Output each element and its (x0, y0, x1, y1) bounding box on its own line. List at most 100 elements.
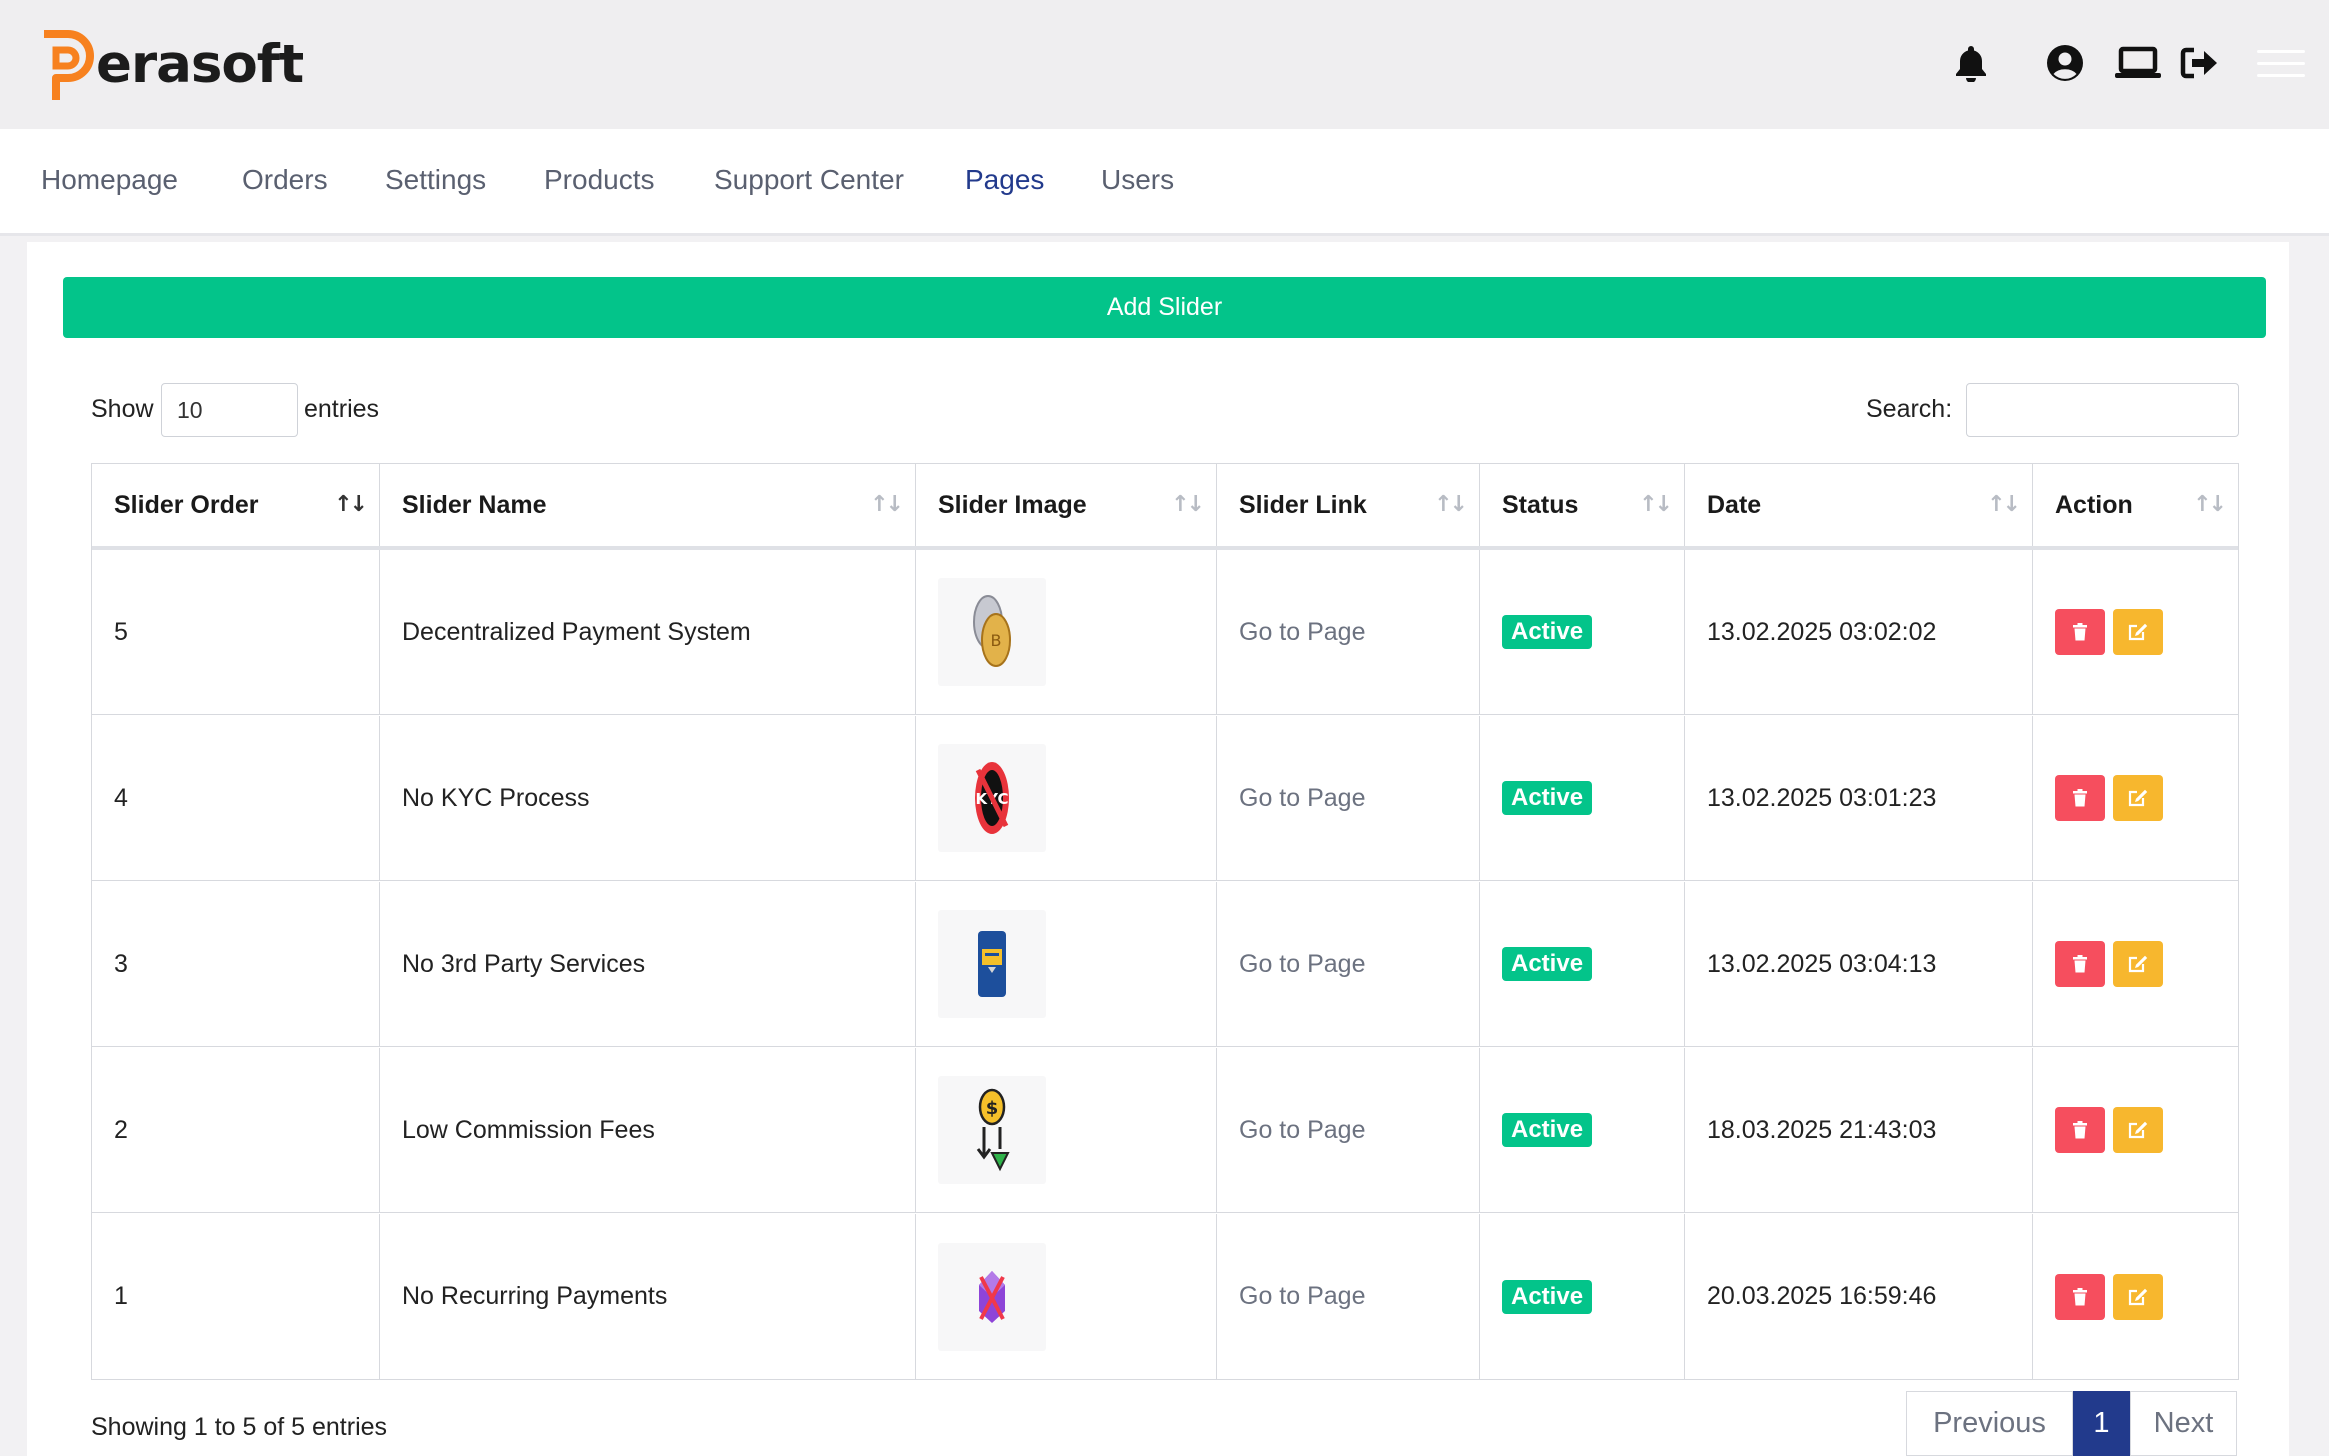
cell-action (2033, 1048, 2238, 1212)
brand-name: erasoft (96, 33, 304, 95)
brand-logo-mark (44, 30, 94, 100)
column-slider-order[interactable]: Slider Order ↑↓ (92, 464, 380, 546)
edit-icon (2128, 789, 2148, 807)
sort-icon: ↑↓ (1987, 492, 2021, 517)
table-header: Slider Order ↑↓ Slider Name ↑↓ Slider Imag… (92, 464, 2238, 550)
cell-date: 13.02.2025 03:02:02 (1685, 550, 2033, 714)
table-row: 4 No KYC Process KYC Go to Page Active 1… (92, 716, 2238, 881)
cell-image: KYC (916, 716, 1217, 880)
sort-icon: ↑↓ (2193, 492, 2227, 517)
main-nav: Homepage Orders Settings Products Suppor… (0, 129, 2329, 236)
status-badge: Active (1502, 947, 1593, 981)
cell-action (2033, 1214, 2238, 1379)
edit-button[interactable] (2113, 775, 2163, 821)
bell-icon[interactable] (1948, 40, 1994, 86)
edit-icon (2128, 1121, 2148, 1139)
edit-icon (2128, 623, 2148, 641)
status-badge: Active (1502, 1279, 1593, 1314)
search-input[interactable] (1966, 383, 2239, 437)
coins-image: B (938, 578, 1046, 686)
cell-order: 4 (92, 716, 380, 880)
next-page-button[interactable]: Next (2130, 1391, 2237, 1456)
sort-icon: ↑↓ (1171, 492, 1205, 517)
logout-icon[interactable] (2177, 40, 2223, 86)
entries-select[interactable]: 10 (161, 383, 298, 437)
edit-button[interactable] (2113, 1107, 2163, 1153)
edit-button[interactable] (2113, 941, 2163, 987)
cell-name: Low Commission Fees (380, 1048, 916, 1212)
go-to-page-link[interactable]: Go to Page (1239, 1116, 1365, 1145)
go-to-page-link[interactable]: Go to Page (1239, 1282, 1365, 1311)
cell-image: B (916, 550, 1217, 714)
brand-logo[interactable]: erasoft (40, 30, 304, 104)
entries-label: entries (304, 395, 380, 423)
edit-icon (2128, 1288, 2148, 1305)
page-1-button[interactable]: 1 (2073, 1391, 2130, 1456)
svg-text:B: B (991, 631, 1002, 650)
search-label: Search: (1866, 395, 1953, 423)
cell-image (916, 1214, 1217, 1379)
cell-image (916, 882, 1217, 1046)
delete-button[interactable] (2055, 941, 2105, 987)
column-slider-name[interactable]: Slider Name ↑↓ (380, 464, 916, 546)
card-reader-image (938, 910, 1046, 1018)
nav-item-pages[interactable]: Pages (965, 164, 1044, 196)
nav-item-users[interactable]: Users (1101, 164, 1174, 196)
table-row: 1 No Recurring Payments Go to Page Activ… (92, 1214, 2238, 1379)
nav-item-homepage[interactable]: Homepage (41, 164, 178, 196)
delete-button[interactable] (2055, 609, 2105, 655)
column-status[interactable]: Status ↑↓ (1480, 464, 1685, 546)
go-to-page-link[interactable]: Go to Page (1239, 618, 1365, 647)
previous-page-button[interactable]: Previous (1906, 1391, 2073, 1456)
top-header: erasoft (0, 0, 2329, 129)
svg-text:$: $ (986, 1098, 999, 1119)
cell-action (2033, 882, 2238, 1046)
cell-name: Decentralized Payment System (380, 550, 916, 714)
cell-date: 20.03.2025 16:59:46 (1685, 1214, 2033, 1379)
slider-table: Slider Order ↑↓ Slider Name ↑↓ Slider Imag… (91, 463, 2239, 1380)
cell-action (2033, 716, 2238, 880)
cell-action (2033, 550, 2238, 714)
go-to-page-link[interactable]: Go to Page (1239, 950, 1365, 979)
go-to-page-link[interactable]: Go to Page (1239, 784, 1365, 813)
table-row: 2 Low Commission Fees $ Go to Page Activ… (92, 1048, 2238, 1213)
column-slider-image[interactable]: Slider Image ↑↓ (916, 464, 1217, 546)
dollar-arrows-image: $ (938, 1076, 1046, 1184)
edit-button[interactable] (2113, 609, 2163, 655)
nav-item-settings[interactable]: Settings (385, 164, 486, 196)
laptop-icon[interactable] (2115, 40, 2161, 86)
cell-order: 2 (92, 1048, 380, 1212)
trash-icon (2073, 1287, 2087, 1305)
nav-item-support-center[interactable]: Support Center (714, 164, 904, 196)
pagination: Previous 1 Next (1906, 1391, 2237, 1456)
crossed-cube-image (938, 1242, 1046, 1351)
status-badge: Active (1502, 781, 1593, 815)
column-action[interactable]: Action ↑↓ (2033, 464, 2238, 546)
edit-button[interactable] (2113, 1273, 2163, 1320)
column-date[interactable]: Date ↑↓ (1685, 464, 2033, 546)
status-badge: Active (1502, 1113, 1593, 1147)
cell-name: No KYC Process (380, 716, 916, 880)
delete-button[interactable] (2055, 1107, 2105, 1153)
cell-name: No Recurring Payments (380, 1214, 916, 1379)
status-badge: Active (1502, 615, 1593, 649)
user-circle-icon[interactable] (2042, 40, 2088, 86)
cell-order: 1 (92, 1214, 380, 1379)
column-slider-link[interactable]: Slider Link ↑↓ (1217, 464, 1480, 546)
nav-item-products[interactable]: Products (544, 164, 655, 196)
delete-button[interactable] (2055, 1273, 2105, 1320)
cell-order: 5 (92, 550, 380, 714)
cell-date: 13.02.2025 03:04:13 (1685, 882, 2033, 1046)
edit-icon (2128, 955, 2148, 973)
cell-image: $ (916, 1048, 1217, 1212)
delete-button[interactable] (2055, 775, 2105, 821)
cell-date: 13.02.2025 03:01:23 (1685, 716, 2033, 880)
menu-icon[interactable] (2257, 50, 2305, 82)
trash-icon (2073, 1121, 2087, 1139)
add-slider-button[interactable]: Add Slider (63, 277, 2266, 338)
sort-icon: ↑↓ (870, 492, 904, 517)
sort-icon: ↑↓ (1639, 492, 1673, 517)
cell-date: 18.03.2025 21:43:03 (1685, 1048, 2033, 1212)
nav-item-orders[interactable]: Orders (242, 164, 328, 196)
table-info: Showing 1 to 5 of 5 entries (91, 1413, 388, 1441)
